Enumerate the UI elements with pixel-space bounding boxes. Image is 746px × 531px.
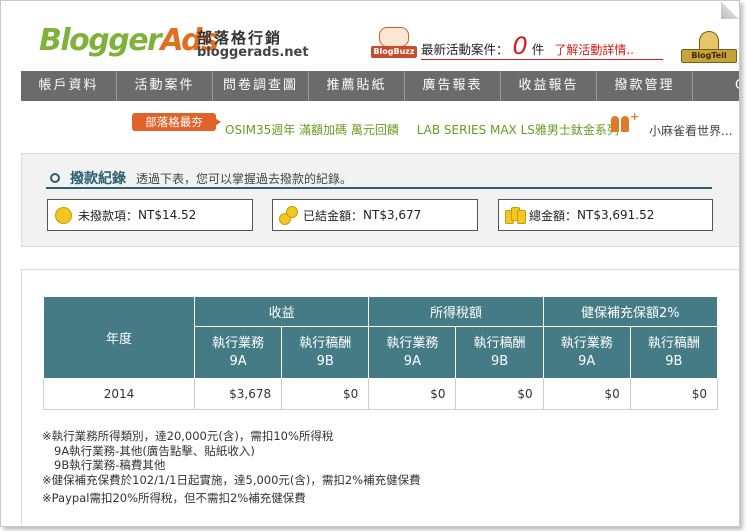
logo-text-blogger: Blogger bbox=[39, 23, 162, 58]
unpaid-amount-box: 未撥款項： NT$14.52 bbox=[47, 199, 253, 231]
row-health-9a: $0 bbox=[542, 378, 631, 410]
note-line-2: 9A執行業務-其他(廣告點擊、貼紙收入) bbox=[54, 443, 255, 458]
record-subtitle: 透過下表，您可以掌握過去撥款的紀錄。 bbox=[136, 171, 353, 186]
page-frame: BloggerAds 部落格行銷 bloggerads.net BlogBuzz… bbox=[0, 0, 740, 527]
settled-value: NT$3,677 bbox=[363, 208, 422, 222]
coin-pile-icon bbox=[54, 205, 74, 225]
note-line-3: 9B執行業務-稿費其他 bbox=[54, 458, 166, 472]
row-income-9a: $3,678 bbox=[193, 378, 283, 410]
tax-notes: ※執行業務所得類別，達20,000元(含)，需扣10%所得稅 9A執行業務-其他… bbox=[42, 429, 421, 506]
health-9a-header: 執行業務 9A bbox=[542, 326, 631, 379]
latest-underline bbox=[421, 59, 663, 60]
blogbuzz-icon[interactable]: BlogBuzz bbox=[371, 27, 417, 59]
income-9b-header: 執行稿酬 9B bbox=[281, 326, 370, 379]
nav-item-ad-reports[interactable]: 廣告報表 bbox=[405, 71, 501, 101]
table-row: 2014 $3,678 $0 $0 $0 $0 $0 bbox=[43, 378, 719, 410]
campaign-details-link[interactable]: 了解活動詳情.. bbox=[554, 41, 634, 58]
year-header: 年度 bbox=[43, 296, 195, 379]
row-year: 2014 bbox=[43, 378, 195, 410]
latest-unit: 件 bbox=[531, 42, 545, 57]
circle-bullet-icon bbox=[50, 173, 60, 183]
nav-item-campaigns[interactable]: 活動案件 bbox=[117, 71, 213, 101]
news-badge: 部落格最夯 bbox=[132, 113, 221, 131]
blogtell-bell-icon bbox=[699, 31, 719, 51]
row-tax-9b: $0 bbox=[455, 378, 544, 410]
panel-title: 撥款紀錄 透過下表，您可以掌握過去撥款的紀錄。 bbox=[50, 168, 352, 188]
nav-item-payments[interactable]: 撥款管理 bbox=[597, 71, 693, 101]
nav-item-survey[interactable]: 問卷調查圖 bbox=[213, 71, 309, 101]
news-link-lab-series[interactable]: LAB SERIES MAX LS雅男士鈦金系列 bbox=[417, 123, 619, 137]
health-9b-header: 執行稿酬 9B bbox=[629, 326, 719, 379]
bloggerads-logo[interactable]: BloggerAds bbox=[39, 23, 219, 58]
note-line-5: ※Paypal需扣20%所得稅，但不需扣2%補充健保費 bbox=[42, 491, 306, 505]
blogtell-label: BlogTell bbox=[681, 49, 737, 63]
speech-bubble-icon bbox=[379, 27, 409, 47]
total-amount-box: 總金額： NT$3,691.52 bbox=[498, 199, 713, 231]
payment-record-panel: 撥款紀錄 透過下表，您可以掌握過去撥款的紀錄。 未撥款項： NT$14.52 已… bbox=[21, 153, 739, 247]
nav-item-revenue-report[interactable]: 收益報告 bbox=[501, 71, 597, 101]
tax-header: 所得稅額 bbox=[368, 296, 544, 327]
total-label: 總金額： bbox=[529, 208, 578, 223]
unpaid-label: 未撥款項： bbox=[78, 208, 139, 223]
unpaid-value: NT$14.52 bbox=[138, 208, 197, 222]
latest-campaigns: 最新活動案件： 0 件 了解活動詳情.. bbox=[421, 32, 634, 60]
tax-table: 年度 收益 所得稅額 健保補充保額2% 執行業務 9A 執行稿酬 9B 執行業務 9A… bbox=[43, 296, 719, 410]
note-line-1: ※執行業務所得類別，達20,000元(含)，需扣10%所得稅 bbox=[42, 429, 334, 443]
nav-item-stickers[interactable]: 推薦貼紙 bbox=[309, 71, 405, 101]
people-plus-icon: + bbox=[609, 110, 639, 134]
row-tax-9a: $0 bbox=[368, 378, 457, 410]
tax-9b-header: 執行稿酬 9B bbox=[455, 326, 544, 379]
header: BloggerAds 部落格行銷 bloggerads.net BlogBuzz… bbox=[1, 1, 739, 69]
title-divider bbox=[46, 187, 712, 189]
latest-count: 0 bbox=[512, 32, 528, 60]
news-link-sparrow[interactable]: 小麻雀看世界... bbox=[649, 122, 732, 139]
page-curl-decoration bbox=[721, 1, 739, 19]
row-income-9b: $0 bbox=[281, 378, 370, 410]
coins-icon bbox=[279, 205, 299, 225]
total-value: NT$3,691.52 bbox=[577, 208, 655, 222]
settled-amount-box: 已結金額： NT$3,677 bbox=[272, 199, 478, 231]
brand-url: bloggerads.net bbox=[197, 45, 309, 60]
record-title: 撥款紀錄 bbox=[70, 171, 126, 187]
news-link-osim[interactable]: OSIM35週年 滿額加碼 萬元回饋 bbox=[225, 123, 399, 137]
news-ticker: OSIM35週年 滿額加碼 萬元回饋 LAB SERIES MAX LS雅男士鈦… bbox=[225, 121, 633, 138]
latest-label: 最新活動案件： bbox=[421, 42, 509, 57]
tax-9a-header: 執行業務 9A bbox=[368, 326, 457, 379]
nav-item-more[interactable]: C bbox=[693, 71, 739, 101]
blogtell-icon[interactable]: BlogTell bbox=[681, 27, 737, 63]
income-header: 收益 bbox=[193, 296, 370, 327]
blogbuzz-label: BlogBuzz bbox=[371, 46, 417, 58]
settled-label: 已結金額： bbox=[303, 208, 364, 223]
note-line-4: ※健保補充保費於102/1/1日起實施，達5,000元(含)，需扣2%補充健保費 bbox=[42, 472, 421, 487]
nav-item-account[interactable]: 帳戶資料 bbox=[21, 71, 117, 101]
health-insurance-header: 健保補充保額2% bbox=[542, 296, 719, 327]
income-9a-header: 執行業務 9A bbox=[193, 326, 283, 379]
row-health-9b: $0 bbox=[629, 378, 719, 410]
main-nav: 帳戶資料 活動案件 問卷調查圖 推薦貼紙 廣告報表 收益報告 撥款管理 C bbox=[21, 71, 739, 101]
coin-stack-icon bbox=[505, 205, 526, 225]
